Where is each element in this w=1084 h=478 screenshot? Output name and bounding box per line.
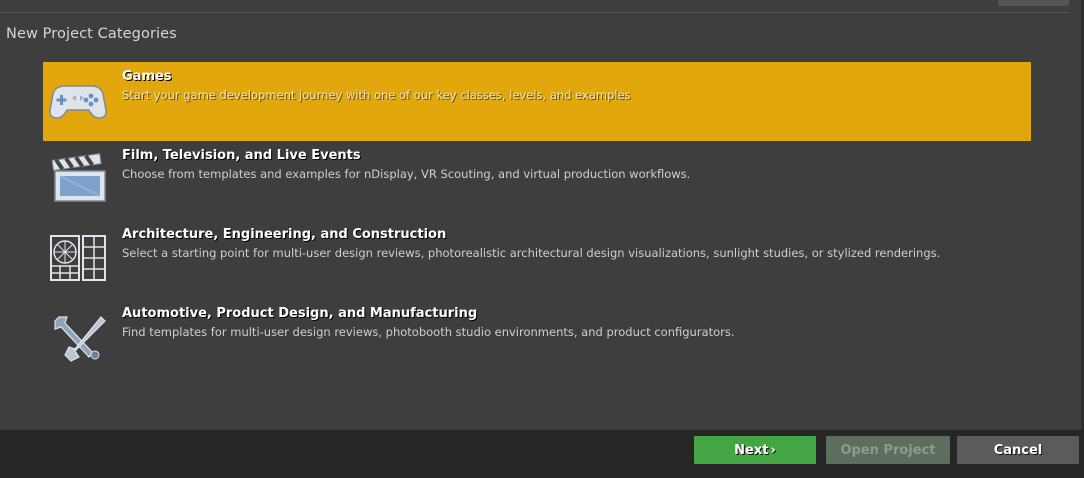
cancel-button[interactable]: Cancel — [957, 436, 1079, 464]
dialog-footer: Next › Open Project Cancel — [0, 430, 1084, 478]
category-description: Choose from templates and examples for n… — [122, 167, 691, 181]
cancel-button-label: Cancel — [993, 442, 1043, 458]
open-project-button[interactable]: Open Project — [826, 436, 950, 464]
category-automotive[interactable]: Automotive, Product Design, and Manufact… — [43, 299, 1031, 378]
top-divider — [0, 12, 1069, 13]
category-title: Film, Television, and Live Events — [122, 148, 361, 163]
category-title: Games — [122, 69, 172, 84]
category-title: Automotive, Product Design, and Manufact… — [122, 306, 478, 321]
section-title: New Project Categories — [6, 26, 177, 42]
tools-icon — [45, 309, 111, 365]
chevron-right-icon: › — [770, 442, 776, 458]
next-button-label: Next — [734, 442, 769, 458]
category-list: Games Start your game development journe… — [43, 62, 1031, 378]
top-tab-button[interactable] — [998, 0, 1069, 6]
open-project-label: Open Project — [840, 442, 936, 458]
category-description: Start your game development journey with… — [122, 88, 631, 102]
category-description: Find templates for multi-user design rev… — [122, 325, 735, 339]
next-button[interactable]: Next › — [694, 436, 816, 464]
clapperboard-icon — [45, 151, 111, 207]
gamepad-icon — [45, 72, 111, 128]
category-film-television[interactable]: Film, Television, and Live Events Choose… — [43, 141, 1031, 220]
window-grid-icon — [45, 230, 111, 286]
category-architecture[interactable]: Architecture, Engineering, and Construct… — [43, 220, 1031, 299]
category-description: Select a starting point for multi-user d… — [122, 246, 941, 260]
category-title: Architecture, Engineering, and Construct… — [122, 227, 447, 242]
category-games[interactable]: Games Start your game development journe… — [43, 62, 1031, 141]
